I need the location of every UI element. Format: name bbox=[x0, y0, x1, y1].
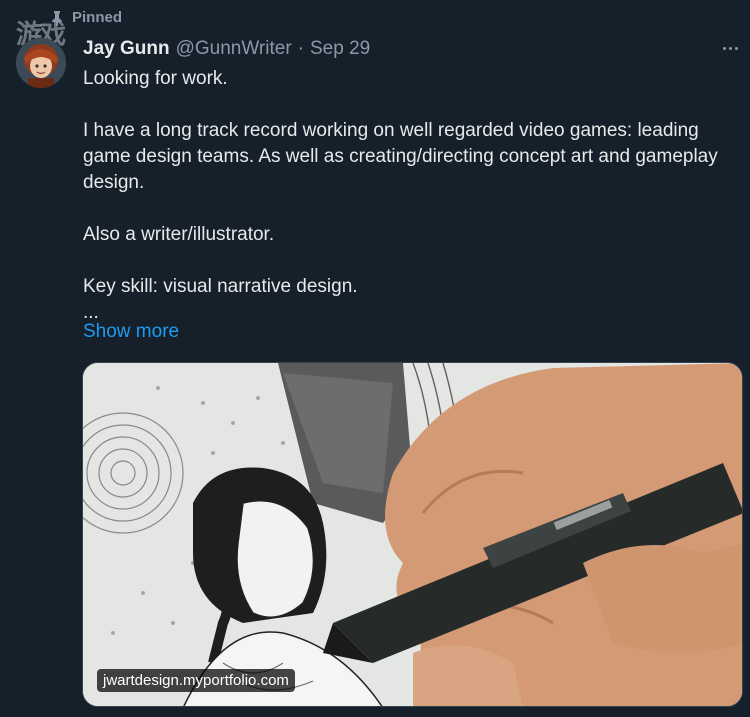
tweet-paragraph: I have a long track record working on we… bbox=[83, 120, 718, 193]
more-options-button[interactable] bbox=[717, 38, 743, 58]
pinned-indicator: Pinned bbox=[50, 9, 123, 27]
separator: · bbox=[297, 38, 304, 59]
tweet-media-image[interactable]: jwartdesign.myportfolio.com bbox=[82, 362, 743, 707]
pin-icon bbox=[50, 10, 64, 27]
pinned-label: Pinned bbox=[72, 9, 123, 26]
show-more-link[interactable]: Show more bbox=[83, 321, 179, 343]
tweet-header: Jay Gunn @GunnWriter · Sep 29 bbox=[83, 38, 370, 60]
user-handle[interactable]: @GunnWriter bbox=[176, 38, 292, 60]
tweet-paragraph: ... bbox=[83, 302, 99, 323]
display-name[interactable]: Jay Gunn bbox=[83, 38, 170, 60]
more-dots-icon bbox=[722, 46, 726, 50]
tweet-paragraph: Looking for work. bbox=[83, 68, 228, 89]
tweet-paragraph: Key skill: visual narrative design. bbox=[83, 276, 358, 297]
avatar[interactable] bbox=[16, 38, 66, 88]
more-dots-icon-part bbox=[734, 46, 738, 50]
tweet-paragraph: Also a writer/illustrator. bbox=[83, 224, 275, 245]
illustration-drawing-image bbox=[83, 363, 742, 706]
more-dots-icon-part bbox=[728, 46, 732, 50]
tweet-text: Looking for work. I have a long track re… bbox=[83, 66, 733, 326]
media-url-label[interactable]: jwartdesign.myportfolio.com bbox=[97, 669, 295, 692]
tweet-date[interactable]: Sep 29 bbox=[310, 38, 370, 60]
tweet-card[interactable]: 游戏 Pinned Jay Gunn @GunnWriter · Sep 29 bbox=[0, 0, 750, 717]
